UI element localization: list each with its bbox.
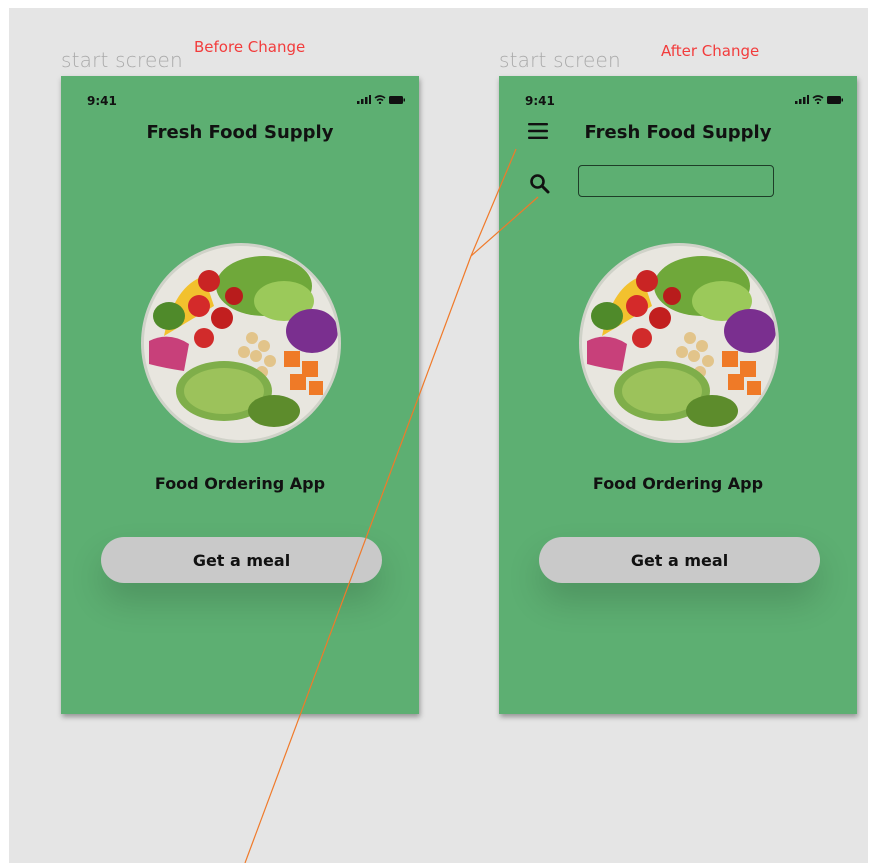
before-change-label: Before Change bbox=[194, 38, 306, 56]
before-phone-frame: 9:41 Fresh Food Supply Food Ordering App… bbox=[61, 76, 419, 714]
get-a-meal-button[interactable]: Get a meal bbox=[539, 537, 820, 583]
status-icons bbox=[357, 95, 405, 104]
app-title: Fresh Food Supply bbox=[584, 122, 772, 143]
wifi-icon bbox=[374, 95, 386, 104]
status-time: 9:41 bbox=[87, 94, 117, 108]
battery-icon bbox=[389, 96, 405, 104]
app-title: Fresh Food Supply bbox=[146, 122, 334, 143]
wifi-icon bbox=[812, 95, 824, 104]
after-frame-label: start screen bbox=[499, 48, 621, 72]
salad-bowl-image bbox=[144, 246, 338, 440]
status-icons bbox=[795, 95, 843, 104]
before-frame-label: start screen bbox=[61, 48, 183, 72]
search-input[interactable] bbox=[578, 165, 774, 197]
after-phone-frame: 9:41 Fresh Food Supply Food Ordering App… bbox=[499, 76, 857, 714]
get-a-meal-button[interactable]: Get a meal bbox=[101, 537, 382, 583]
signal-icon bbox=[795, 95, 809, 104]
status-time: 9:41 bbox=[525, 94, 555, 108]
app-subtitle: Food Ordering App bbox=[592, 474, 764, 493]
after-change-label: After Change bbox=[661, 42, 760, 60]
battery-icon bbox=[827, 96, 843, 104]
app-subtitle: Food Ordering App bbox=[154, 474, 326, 493]
search-icon[interactable] bbox=[529, 173, 551, 195]
salad-bowl-image bbox=[582, 246, 776, 440]
signal-icon bbox=[357, 95, 371, 104]
